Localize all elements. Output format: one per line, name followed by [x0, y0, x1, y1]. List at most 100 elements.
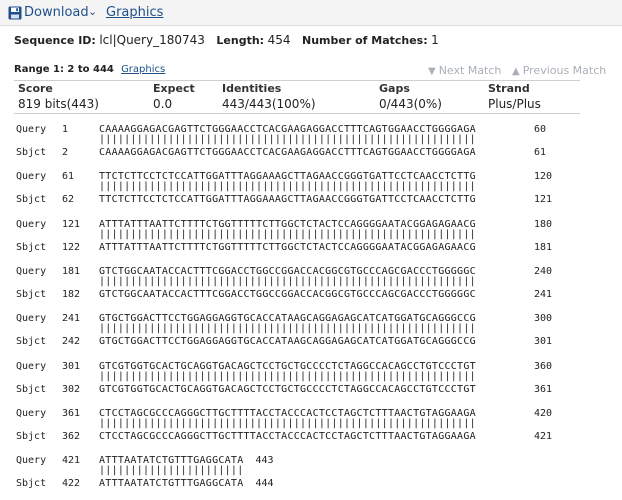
alignment-stats: Score 819 bits(443) Expect 0.0 Identitie…: [14, 80, 580, 114]
subject-label: Sbjct: [16, 241, 47, 253]
subject-sequence: GTCGTGGTGCACTGCAGGTGACAGCTCCTGCTGCCCCTCT…: [99, 383, 476, 395]
match-bars: | | | | | | | | | | | | | | | | | | | | | | | | | | | | | | | | | | | | | | | |…: [99, 370, 476, 382]
subject-end: 301: [534, 336, 553, 348]
query-start: 301: [62, 360, 81, 372]
subject-label: Sbjct: [16, 430, 47, 442]
matches-label: Number of Matches:: [301, 34, 428, 47]
gaps-label: Gaps: [379, 82, 410, 95]
query-label: Query: [16, 360, 47, 372]
expect-stat: Expect 0.0: [153, 81, 195, 111]
strand-value: Plus/Plus: [488, 97, 541, 111]
subject-sequence: TTCTCTTCCTCTCCATTGGATTTAGGAAAGCTTAGAACCG…: [99, 194, 476, 206]
subject-sequence: CAAAAGGAGACGAGTTCTGGGAACCTCACGAAGAGGACCT…: [99, 147, 476, 158]
triangle-down-icon: ▼: [428, 66, 436, 77]
query-label: Query: [16, 218, 47, 230]
query-label: Query: [16, 455, 47, 467]
score-label: Score: [18, 82, 53, 95]
download-button[interactable]: Download: [24, 5, 89, 20]
graphics-link[interactable]: Graphics: [106, 5, 163, 20]
strand-stat: Strand Plus/Plus: [488, 81, 541, 111]
subject-end: 181: [534, 241, 553, 253]
query-start: 1: [62, 124, 69, 135]
match-bars: | | | | | | | | | | | | | | | | | | | | | | | | | | | | | | | | | | | | | | | |…: [99, 323, 476, 335]
previous-match-button[interactable]: ▲ Previous Match: [512, 64, 606, 77]
score-stat: Score 819 bits(443): [18, 81, 99, 111]
toolbar: Download ⌄ Graphics: [0, 0, 622, 26]
subject-start: 2: [62, 147, 69, 158]
chevron-down-icon[interactable]: ⌄: [88, 5, 97, 18]
subject-start: 182: [62, 288, 81, 300]
next-match-button[interactable]: ▼ Next Match: [428, 64, 501, 77]
query-start: 61: [62, 171, 75, 183]
expect-value: 0.0: [153, 97, 173, 111]
match-bars: | | | | | | | | | | | | | | | | | | | | | | | | | | | | | | | | | | | | | | | |…: [99, 134, 476, 145]
subject-end: 361: [534, 383, 553, 395]
query-start: 241: [62, 313, 81, 325]
match-bars: | | | | | | | | | | | | | | | | | | | | | | |: [99, 465, 244, 477]
subject-end: 241: [534, 288, 553, 300]
gaps-value: 0/443(0%): [379, 97, 442, 111]
subject-end: 61: [534, 147, 547, 158]
subject-start: 122: [62, 241, 81, 253]
strand-label: Strand: [488, 82, 530, 95]
subject-end: 444: [255, 478, 274, 490]
query-end: 120: [534, 171, 553, 183]
subject-label: Sbjct: [16, 147, 47, 158]
range-graphics-link[interactable]: Graphics: [121, 64, 165, 75]
expect-label: Expect: [153, 82, 195, 95]
query-end: 360: [534, 360, 553, 372]
identities-label: Identities: [222, 82, 282, 95]
subject-sequence: ATTTAATATCTGTTTGAGGCATA: [99, 478, 244, 490]
query-start: 121: [62, 218, 81, 230]
next-match-label: Next Match: [438, 64, 502, 77]
subject-label: Sbjct: [16, 288, 47, 300]
subject-start: 422: [62, 478, 81, 490]
query-end: 180: [534, 218, 553, 230]
query-end: 60: [534, 124, 547, 135]
gaps-stat: Gaps 0/443(0%): [379, 81, 442, 111]
query-label: Query: [16, 124, 47, 135]
query-start: 361: [62, 407, 81, 419]
subject-start: 362: [62, 430, 81, 442]
subject-sequence: GTGCTGGACTTCCTGGAGGAGGTGCACCATAAGCAGGAGA…: [99, 336, 476, 348]
query-label: Query: [16, 313, 47, 325]
query-start: 421: [62, 455, 81, 467]
subject-label: Sbjct: [16, 336, 47, 348]
sequence-id-value: lcl|Query_180743: [99, 33, 205, 47]
subject-label: Sbjct: [16, 383, 47, 395]
subject-end: 421: [534, 430, 553, 442]
subject-start: 302: [62, 383, 81, 395]
range-row: Range 1: 2 to 444 Graphics ▼ Next Match ▲…: [14, 64, 614, 78]
subject-sequence: CTCCTAGCGCCCAGGGCTTGCTTTTACCTACCCACTCCTA…: [99, 430, 476, 442]
query-end: 443: [255, 455, 274, 467]
subject-sequence: GTCTGGCAATACCACTTTCGGACCTGGCCGGACCACGGCG…: [99, 288, 476, 300]
subject-start: 62: [62, 194, 75, 206]
query-label: Query: [16, 171, 47, 183]
previous-match-label: Previous Match: [522, 64, 607, 77]
match-bars: | | | | | | | | | | | | | | | | | | | | | | | | | | | | | | | | | | | | | | | |…: [99, 228, 476, 240]
identities-stat: Identities 443/443(100%): [222, 81, 316, 111]
triangle-up-icon: ▲: [512, 66, 520, 77]
identities-value: 443/443(100%): [222, 97, 316, 111]
match-bars: | | | | | | | | | | | | | | | | | | | | | | | | | | | | | | | | | | | | | | | |…: [99, 181, 476, 193]
match-bars: | | | | | | | | | | | | | | | | | | | | | | | | | | | | | | | | | | | | | | | |…: [99, 417, 476, 429]
save-icon[interactable]: [8, 6, 22, 20]
query-label: Query: [16, 407, 47, 419]
match-bars: | | | | | | | | | | | | | | | | | | | | | | | | | | | | | | | | | | | | | | | |…: [99, 275, 476, 287]
subject-label: Sbjct: [16, 194, 47, 206]
score-value: 819 bits(443): [18, 97, 99, 111]
query-end: 240: [534, 265, 553, 277]
sequence-id-label: Sequence ID:: [14, 34, 96, 47]
length-value: 454: [267, 33, 291, 47]
matches-value: 1: [431, 33, 439, 47]
subject-label: Sbjct: [16, 478, 47, 490]
subject-start: 242: [62, 336, 81, 348]
query-end: 420: [534, 407, 553, 419]
query-start: 181: [62, 265, 81, 277]
sequence-info: Sequence ID: lcl|Query_180743 Length: 45…: [14, 33, 447, 47]
subject-sequence: ATTTATTTAATTCTTTTCTGGTTTTTCTTGGCTCTACTCC…: [99, 241, 476, 253]
subject-end: 121: [534, 194, 553, 206]
query-label: Query: [16, 265, 47, 277]
query-end: 300: [534, 313, 553, 325]
range-label: Range 1: 2 to 444: [14, 64, 114, 75]
